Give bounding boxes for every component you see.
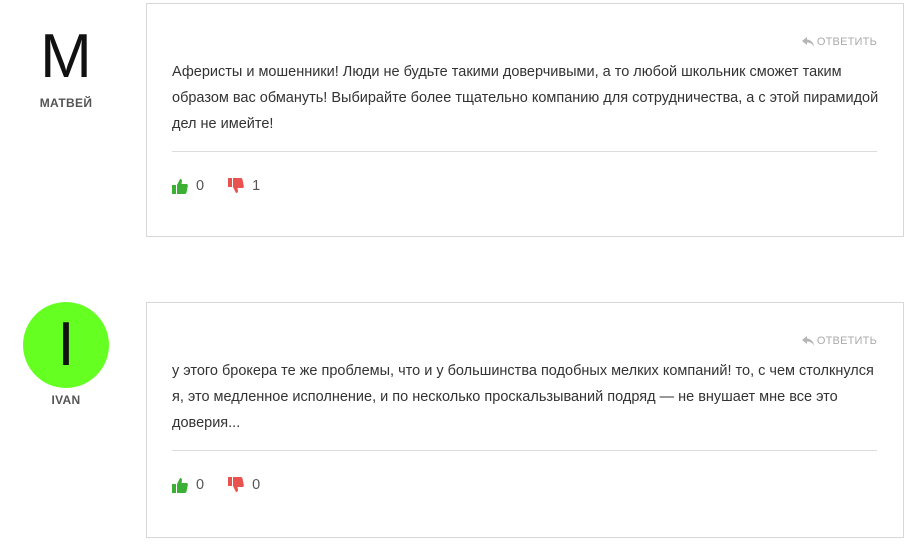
reply-icon [801, 336, 814, 346]
comment-body: ОТВЕТИТЬ Аферисты и мошенники! Люди не б… [146, 3, 904, 237]
reply-label: ОТВЕТИТЬ [816, 36, 877, 48]
thumbs-up-icon [172, 478, 188, 493]
reply-button[interactable]: ОТВЕТИТЬ [801, 36, 877, 48]
vote-bar: 0 0 [172, 477, 284, 493]
like-button[interactable]: 0 [172, 477, 204, 493]
dislike-count: 1 [252, 178, 261, 194]
comment-body: ОТВЕТИТЬ у этого брокера те же проблемы,… [146, 302, 904, 538]
author-name: МАТВЕЙ [39, 96, 93, 110]
like-count: 0 [196, 178, 205, 194]
reply-label: ОТВЕТИТЬ [816, 335, 877, 347]
comment-text: Аферисты и мошенники! Люди не будьте так… [172, 64, 879, 132]
avatar: M [23, 14, 109, 100]
author-name: IVAN [51, 393, 81, 407]
avatar: I [23, 302, 109, 388]
dislike-count: 0 [252, 477, 261, 493]
thumbs-down-icon [228, 178, 244, 193]
divider [172, 151, 877, 152]
vote-bar: 0 1 [172, 178, 284, 194]
comment-author: I IVAN [10, 302, 122, 407]
dislike-button[interactable]: 0 [228, 477, 260, 493]
thumbs-down-icon [228, 477, 244, 492]
avatar-letter: I [57, 310, 75, 379]
comment-text: у этого брокера те же проблемы, что и у … [172, 363, 874, 431]
reply-icon [801, 37, 814, 47]
avatar-letter: M [40, 22, 92, 91]
like-count: 0 [196, 477, 205, 493]
divider [172, 450, 877, 451]
like-button[interactable]: 0 [172, 178, 204, 194]
comment-author: M МАТВЕЙ [10, 14, 122, 111]
dislike-button[interactable]: 1 [228, 178, 260, 194]
thumbs-up-icon [172, 179, 188, 194]
reply-button[interactable]: ОТВЕТИТЬ [801, 335, 877, 347]
